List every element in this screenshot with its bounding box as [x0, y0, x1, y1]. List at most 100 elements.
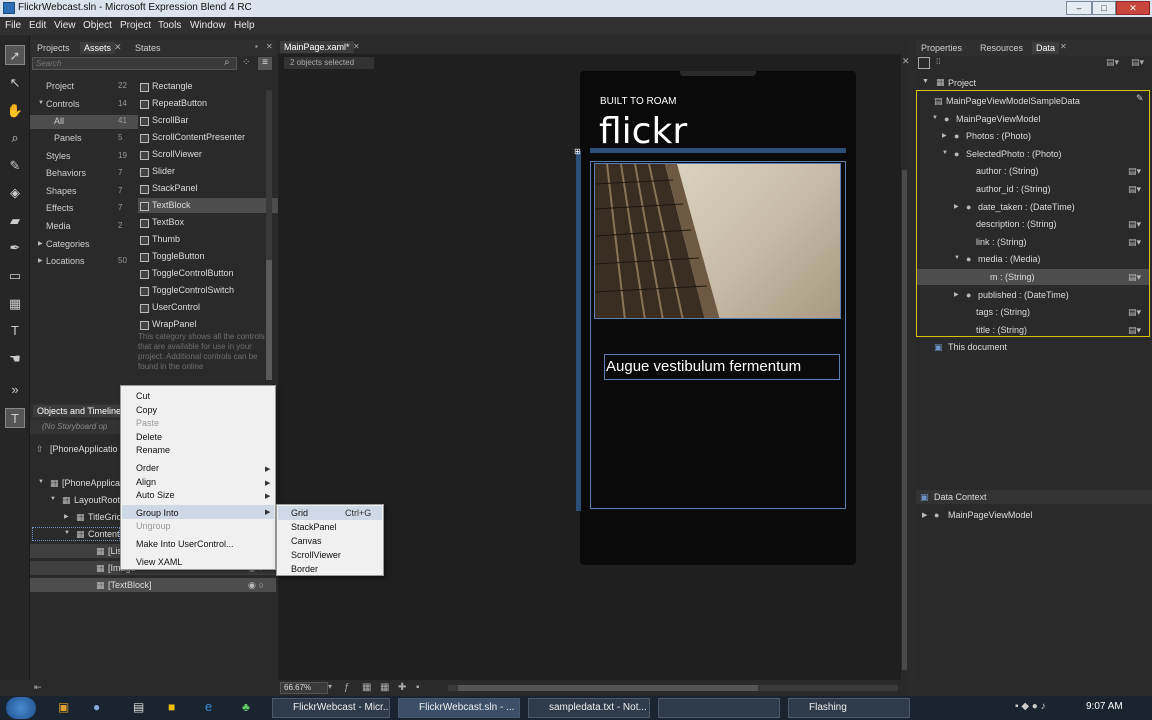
taskbar-blank[interactable] [658, 698, 780, 718]
menu-item-group-into[interactable]: Group Into [136, 508, 179, 518]
tree-expander-icon[interactable]: ▼ [38, 479, 44, 485]
taskbar-notepad[interactable]: sampledata.txt - Not... [528, 698, 650, 718]
data-field-label[interactable]: media : (Media) [978, 254, 1041, 264]
tab-properties[interactable]: Properties [917, 42, 966, 54]
textblock-tool-icon[interactable]: T [5, 321, 25, 341]
close-doc-icon[interactable]: ✕ [353, 42, 360, 51]
quicklaunch-icon-6[interactable]: ♣ [242, 700, 250, 714]
search-icon[interactable]: ⌕ [224, 57, 230, 68]
tree-expander-icon[interactable]: ▼ [64, 530, 70, 536]
phone-artboard[interactable]: BUILT TO ROAM flickr ⊞ Augue vestibulum … [574, 71, 856, 565]
tab-mainpage-xaml[interactable]: MainPage.xaml* [280, 41, 354, 53]
category-effects[interactable]: Effects 7 [30, 202, 138, 216]
tree-node-label[interactable]: TitleGrid [88, 512, 122, 522]
taskbar-blend[interactable]: FlickrWebcast.sln - ... [398, 698, 520, 718]
gridlines-icon[interactable]: ▦ [362, 682, 371, 693]
horizontal-scrollbar-thumb[interactable] [458, 685, 758, 691]
field-options-icon[interactable]: ▤▾ [1128, 219, 1141, 230]
field-options-icon[interactable]: ▤▾ [1128, 307, 1141, 318]
submenu-item-border[interactable]: Border [291, 564, 318, 574]
category-behaviors[interactable]: Behaviors 7 [30, 167, 138, 181]
data-field-label[interactable]: title : (String) [976, 325, 1027, 335]
data-expander-icon[interactable]: ▼ [932, 115, 938, 121]
menu-window[interactable]: Window [190, 20, 226, 31]
direct-selection-tool-icon[interactable]: ↖ [5, 73, 25, 93]
button-tool-icon[interactable]: ☚ [5, 349, 25, 369]
assets-scrollbar-thumb[interactable] [266, 260, 272, 380]
menu-item-rename[interactable]: Rename [136, 445, 170, 455]
category-expander-icon[interactable]: ▼ [38, 100, 44, 106]
eyedropper-tool-icon[interactable]: ✎ [5, 156, 25, 176]
page-title[interactable]: flickr [599, 111, 687, 152]
category-media[interactable]: Media 2 [30, 220, 138, 234]
data-field-label[interactable]: link : (String) [976, 237, 1027, 247]
zoom-level[interactable]: 66.67% [280, 682, 328, 694]
tree-expander-icon[interactable]: ▶ [64, 513, 69, 520]
add-data-source-icon[interactable]: ▤▾ [1106, 57, 1119, 68]
canvas-close-icon[interactable]: ✕ [902, 56, 910, 67]
close-button[interactable]: ✕ [1116, 1, 1150, 15]
details-mode-icon[interactable]: ⁞⁞ [936, 57, 948, 69]
menu-view[interactable]: View [54, 20, 76, 31]
quicklaunch-icon-4[interactable]: ■ [168, 700, 175, 714]
category-all[interactable]: All 41 [30, 115, 138, 129]
category-expander-icon[interactable]: ▶ [38, 240, 43, 247]
menu-project[interactable]: Project [120, 20, 151, 31]
data-field-label[interactable]: m : (String) [990, 272, 1035, 282]
tab-resources[interactable]: Resources [976, 42, 1027, 54]
grid-view-icon[interactable]: ⁘ [242, 57, 256, 70]
data-expander-icon[interactable]: ▼ [942, 150, 948, 156]
menu-item-view-xaml[interactable]: View XAML [136, 557, 182, 567]
category-project[interactable]: Project 22 [30, 80, 138, 94]
quicklaunch-icon-3[interactable]: ▤ [133, 700, 144, 714]
submenu-item-stackpanel[interactable]: StackPanel [291, 522, 337, 532]
menu-file[interactable]: File [5, 20, 21, 31]
tree-node-label[interactable]: [TextBlock] [108, 580, 152, 590]
data-expander-icon[interactable]: ▼ [954, 255, 960, 261]
assets-search-input[interactable] [32, 57, 237, 70]
app-title[interactable]: BUILT TO ROAM [600, 96, 677, 107]
category-categories[interactable]: ▶ Categories [30, 238, 138, 252]
grid-lock-icon[interactable]: ⊞ [574, 147, 581, 156]
data-field-label[interactable]: MainPageViewModel [956, 114, 1040, 124]
photo-image[interactable] [594, 163, 841, 319]
scope-root[interactable]: [PhoneApplicatio [50, 444, 118, 454]
data-field-label[interactable]: tags : (String) [976, 307, 1030, 317]
minimize-button[interactable]: – [1066, 1, 1092, 15]
menu-item-order[interactable]: Order [136, 463, 159, 473]
data-field-label[interactable]: author_id : (String) [976, 184, 1051, 194]
category-expander-icon[interactable]: ▶ [38, 257, 43, 264]
quicklaunch-icon-2[interactable]: ● [93, 700, 100, 714]
data-context-item[interactable]: MainPageViewModel [948, 510, 1032, 520]
menu-edit[interactable]: Edit [29, 20, 46, 31]
category-controls[interactable]: ▼ Controls 14 [30, 98, 138, 112]
menu-help[interactable]: Help [234, 20, 255, 31]
annotations-icon[interactable]: ▪ [416, 682, 420, 693]
fx-toggle-icon[interactable]: ƒ [344, 682, 350, 693]
data-field-label[interactable]: Photos : (Photo) [966, 131, 1031, 141]
field-options-icon[interactable]: ▤▾ [1128, 272, 1141, 283]
pin-icon[interactable]: ▪ [255, 42, 258, 51]
asset-expand-icon[interactable]: » [5, 380, 25, 400]
list-view-icon[interactable]: ≡ [258, 57, 272, 70]
quicklaunch-icon-1[interactable]: ▣ [58, 700, 69, 714]
tab-states[interactable]: States [131, 42, 165, 54]
data-expander-icon[interactable]: ▶ [954, 291, 959, 298]
menu-item-delete[interactable]: Delete [136, 432, 162, 442]
clock[interactable]: 9:07 AM [1086, 701, 1123, 712]
close-data-tab-icon[interactable]: ✕ [1060, 42, 1067, 51]
scope-up-icon[interactable]: ⇧ [36, 444, 44, 455]
field-options-icon[interactable]: ▤▾ [1128, 184, 1141, 195]
objects-settings-icon[interactable]: ⇤ [34, 682, 42, 693]
submenu-item-scrollviewer[interactable]: ScrollViewer [291, 550, 341, 560]
grid-tool-icon[interactable]: ▦ [5, 294, 25, 314]
project-label[interactable]: Project [948, 78, 976, 88]
snap-lines-icon[interactable]: ✚ [398, 682, 406, 693]
submenu-item-grid[interactable]: Grid [291, 508, 308, 518]
brush-transform-tool-icon[interactable]: ▰ [5, 211, 25, 231]
tab-assets[interactable]: Assets [80, 42, 116, 54]
data-field-label[interactable]: description : (String) [976, 219, 1057, 229]
field-options-icon[interactable]: ▤▾ [1128, 166, 1141, 177]
caption-textblock[interactable]: Augue vestibulum fermentum [604, 354, 840, 380]
tree-node-label[interactable]: [PhoneApplicat [62, 478, 123, 488]
